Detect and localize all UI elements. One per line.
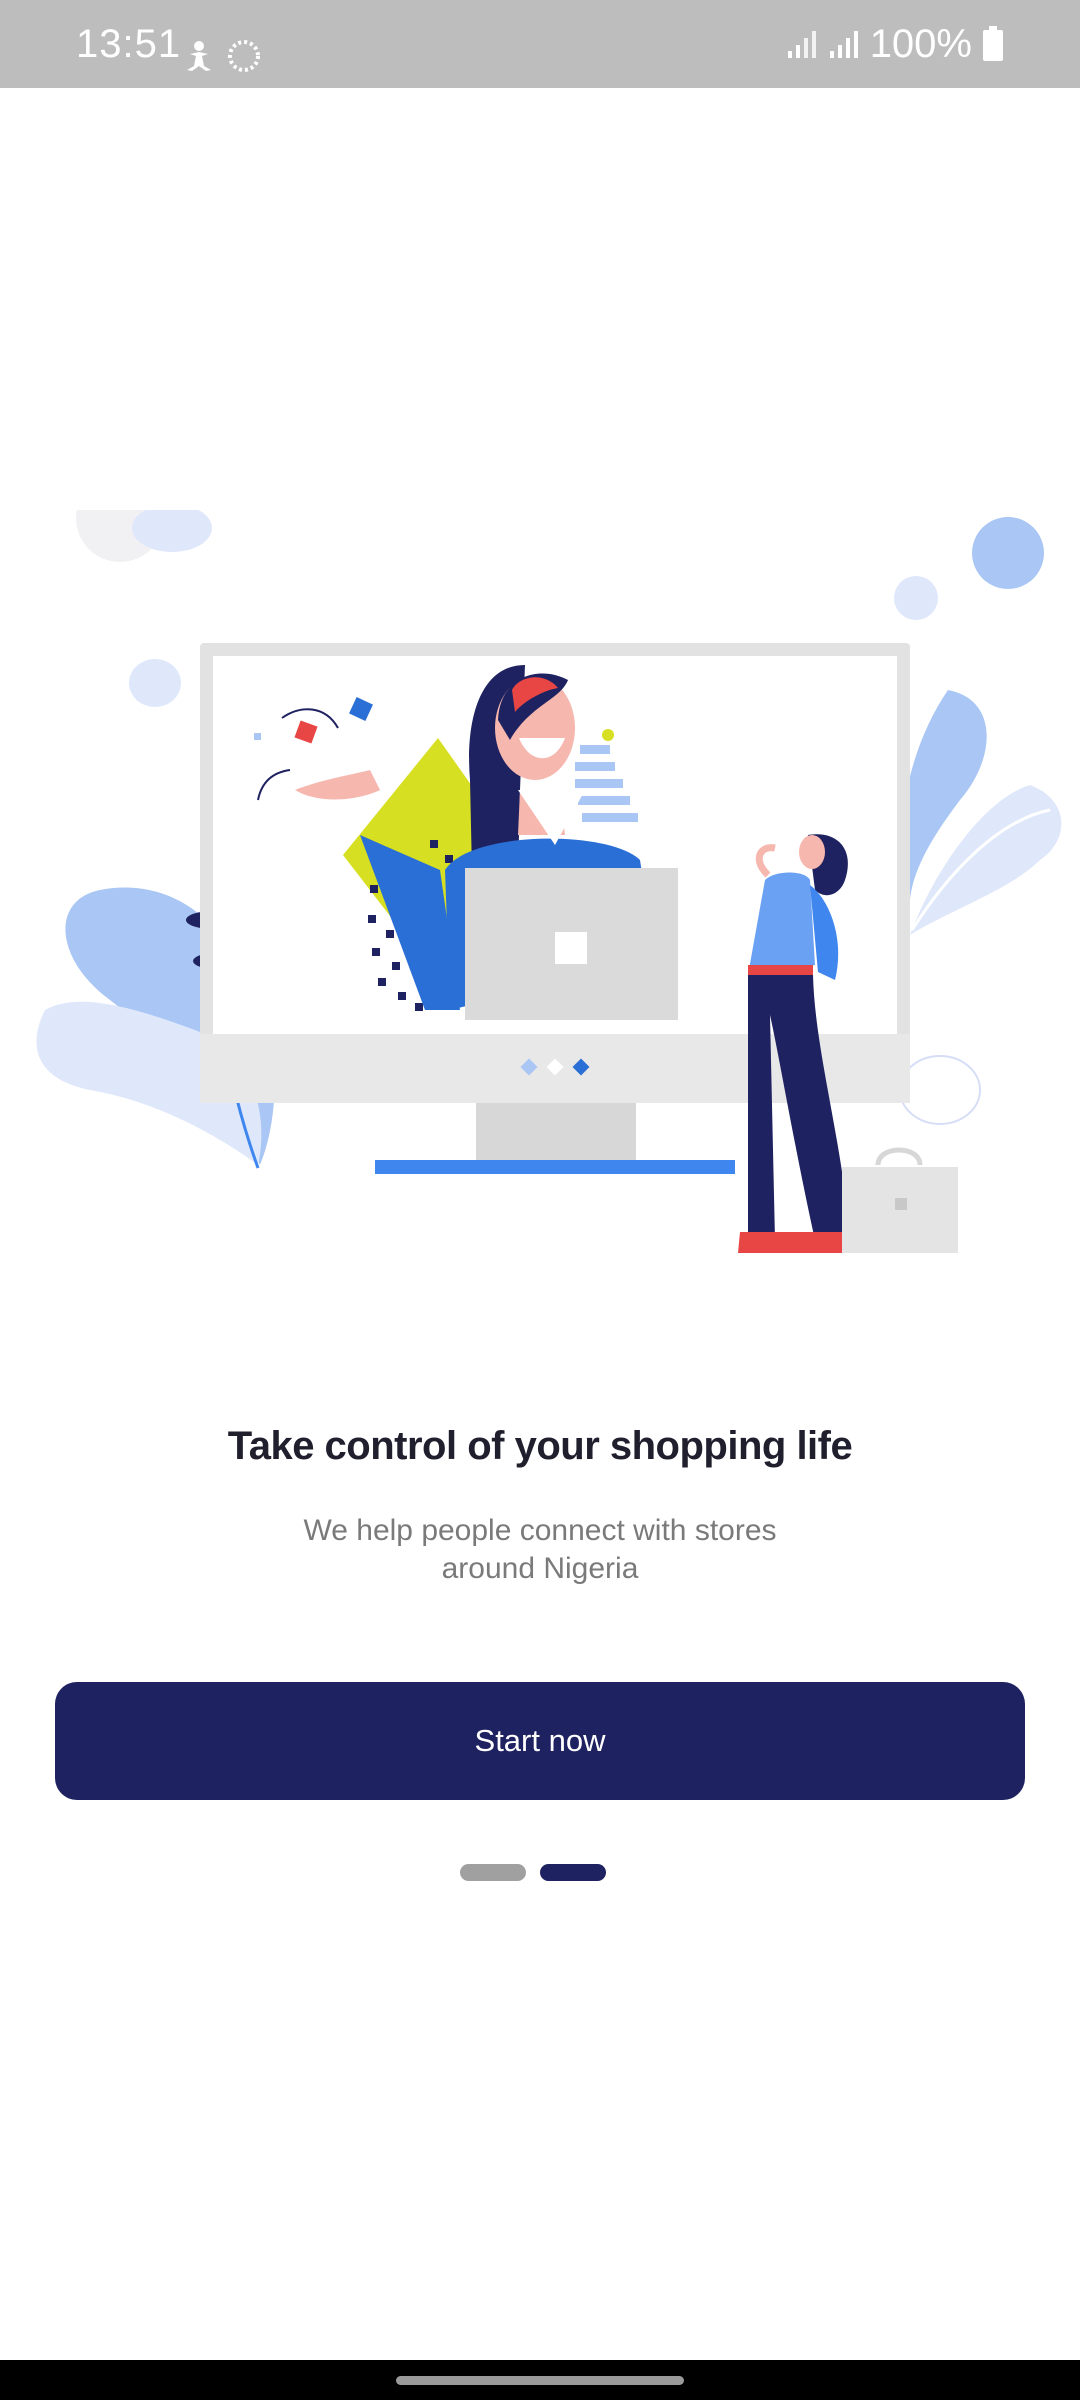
page-indicator-dot-2 bbox=[540, 1864, 606, 1881]
shopping-bag bbox=[842, 1147, 958, 1253]
monitor-pager-diamonds bbox=[520, 1058, 590, 1076]
status-time: 13:51 bbox=[76, 22, 182, 66]
page-subtitle: We help people connect with stores aroun… bbox=[240, 1512, 840, 1588]
battery-icon bbox=[983, 26, 1003, 61]
page-indicator bbox=[460, 1864, 606, 1881]
page-title: Take control of your shopping life bbox=[227, 1424, 853, 1468]
status-bar: 13:51 100% bbox=[0, 0, 1080, 88]
right-leaf bbox=[900, 690, 1062, 935]
signal-icon bbox=[787, 31, 816, 58]
subtitle-line: around Nigeria bbox=[441, 1552, 639, 1585]
home-gesture-handle[interactable] bbox=[396, 2376, 684, 2385]
battery-percentage: 100% bbox=[869, 22, 972, 66]
subtitle-line: We help people connect with stores bbox=[303, 1514, 777, 1547]
start-now-button[interactable]: Start now bbox=[55, 1682, 1025, 1800]
loading-ring-icon bbox=[228, 40, 260, 72]
page-indicator-dot-1 bbox=[460, 1864, 526, 1881]
onboarding-illustration bbox=[36, 510, 1062, 1253]
status-left-icons bbox=[184, 38, 262, 74]
signal-icon bbox=[829, 31, 858, 58]
accessibility-icon bbox=[187, 41, 211, 71]
status-right: 100% bbox=[786, 16, 1004, 72]
navigation-bar bbox=[0, 2360, 1080, 2400]
